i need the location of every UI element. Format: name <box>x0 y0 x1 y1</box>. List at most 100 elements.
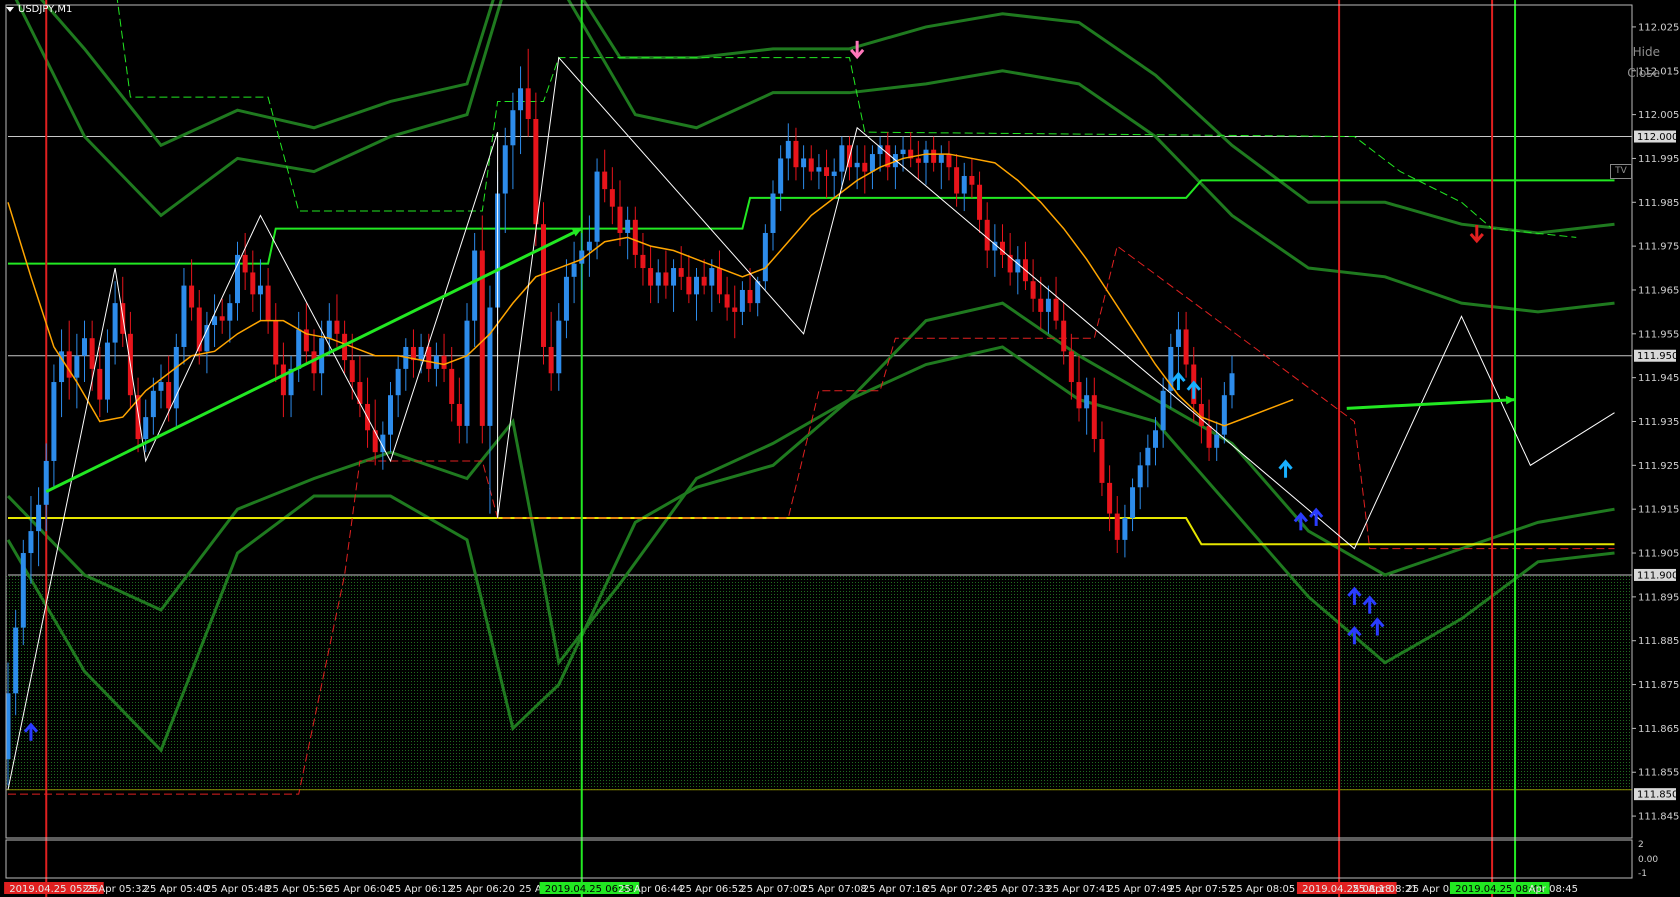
candle-body-57 <box>441 355 447 369</box>
tv-button[interactable]: TV <box>1610 164 1632 179</box>
time-axis: 2019.04.25 05:2525 Apr 05:3225 Apr 05:40… <box>4 882 1578 895</box>
candle-body-154 <box>1183 329 1189 365</box>
candle-body-106 <box>816 167 822 172</box>
time-label-2: 25 Apr 05:40 <box>144 884 209 895</box>
candle-body-125 <box>961 175 967 194</box>
candle-body-84 <box>648 268 654 286</box>
candle-body-24 <box>189 285 195 308</box>
candle-body-95 <box>732 307 738 312</box>
y-tick-label-5: 111.975 <box>1638 242 1679 253</box>
candle-body-136 <box>1045 298 1051 312</box>
candle-body-127 <box>977 184 983 220</box>
candle-body-135 <box>1038 298 1044 312</box>
candle-body-43 <box>334 320 340 334</box>
candle-body-73 <box>563 276 569 321</box>
candle-body-122 <box>938 154 944 163</box>
candle-body-38 <box>296 329 302 369</box>
candle-body-35 <box>273 320 279 365</box>
time-label-10: 25 Apr 06:44 <box>618 884 683 895</box>
candle-body-126 <box>969 175 975 185</box>
candle-body-153 <box>1175 329 1181 347</box>
time-label-3: 25 Apr 05:48 <box>205 884 270 895</box>
candle-body-10 <box>82 338 87 356</box>
candle-body-149 <box>1145 447 1151 466</box>
candle-body-3 <box>28 531 34 554</box>
y-tick-label-9: 111.935 <box>1638 417 1679 428</box>
candle-body-21 <box>166 382 172 409</box>
close-button[interactable]: Close <box>1627 66 1660 80</box>
candle-body-14 <box>112 303 118 343</box>
candle-body-103 <box>793 140 799 168</box>
candle-body-130 <box>1000 241 1005 255</box>
candle-body-90 <box>694 276 699 295</box>
candle-body-67 <box>518 88 524 111</box>
time-label-23: 25 Apr 08 <box>1406 884 1455 895</box>
candle-body-25 <box>196 307 202 352</box>
candle-body-18 <box>143 417 149 440</box>
time-label-17: 25 Apr 07:41 <box>1046 884 1111 895</box>
y-tick-label-7: 111.955 <box>1638 329 1679 340</box>
candle-body-137 <box>1053 298 1059 321</box>
symbol-title[interactable]: USDJPY,M1 <box>6 4 72 15</box>
candle-body-60 <box>464 320 470 426</box>
candle-body-42 <box>326 320 332 339</box>
candle-body-147 <box>1130 487 1136 518</box>
candle-body-76 <box>586 241 592 251</box>
time-label-13: 25 Apr 07:08 <box>802 884 867 895</box>
candle-body-65 <box>502 145 508 194</box>
price-label-2: 111.900 <box>1637 570 1678 581</box>
symbol-label: USDJPY,M1 <box>18 4 73 15</box>
candle-body-6 <box>51 382 57 461</box>
candle-body-11 <box>89 338 95 369</box>
candle-body-105 <box>808 158 814 172</box>
candle-body-99 <box>762 232 768 282</box>
y-tick-label-16: 111.865 <box>1638 724 1679 735</box>
time-label-5: 25 Apr 06:04 <box>327 884 392 895</box>
y-tick-label-0: 112.025 <box>1638 22 1679 33</box>
y-tick-label-6: 111.965 <box>1638 285 1679 296</box>
candle-body-141 <box>1084 395 1090 409</box>
candle-body-29 <box>227 303 233 321</box>
collapse-triangle-icon[interactable] <box>6 6 14 12</box>
candle-body-69 <box>533 118 539 225</box>
hide-button[interactable]: Hide <box>1633 45 1660 59</box>
candle-body-1 <box>13 627 19 694</box>
candle-body-23 <box>181 285 187 347</box>
candle-body-146 <box>1122 517 1128 540</box>
candle-body-34 <box>265 285 271 321</box>
candle-body-45 <box>349 360 355 383</box>
zone-layer <box>6 574 1632 791</box>
candle-body-134 <box>1030 281 1036 299</box>
candle-body-101 <box>778 158 784 194</box>
candle-body-117 <box>900 149 906 155</box>
candle-body-138 <box>1061 320 1067 352</box>
candle-body-83 <box>640 254 646 269</box>
candle-body-68 <box>525 88 531 119</box>
y-tick-label-15: 111.875 <box>1638 680 1679 691</box>
time-label-6: 25 Apr 06:12 <box>388 884 453 895</box>
indicator-tick-0: 2 <box>1638 840 1644 850</box>
candle-body-100 <box>770 193 776 233</box>
candle-body-96 <box>739 289 745 312</box>
candle-body-140 <box>1076 382 1082 409</box>
y-tick-label-13: 111.895 <box>1638 592 1679 603</box>
y-tick-label-12: 111.905 <box>1638 549 1679 560</box>
candle-body-97 <box>747 289 753 304</box>
price-chart[interactable]: 112.025112.015112.005111.995111.985111.9… <box>0 0 1680 897</box>
candle-body-89 <box>686 276 692 295</box>
y-tick-label-4: 111.985 <box>1638 198 1679 209</box>
time-label-20: 25 Apr 08:05 <box>1230 884 1295 895</box>
candle-body-36 <box>280 364 286 396</box>
time-label-18: 25 Apr 07:49 <box>1108 884 1173 895</box>
candle-body-157 <box>1206 425 1212 448</box>
candle-body-81 <box>625 219 631 233</box>
candle-body-150 <box>1153 430 1158 448</box>
candle-body-113 <box>869 154 875 172</box>
candle-body-51 <box>395 368 401 396</box>
candle-body-111 <box>854 162 860 168</box>
candle-body-54 <box>418 346 424 361</box>
candle-body-4 <box>36 504 42 532</box>
candle-body-82 <box>632 219 638 255</box>
candle-body-13 <box>104 342 110 400</box>
y-tick-label-17: 111.855 <box>1638 768 1679 779</box>
